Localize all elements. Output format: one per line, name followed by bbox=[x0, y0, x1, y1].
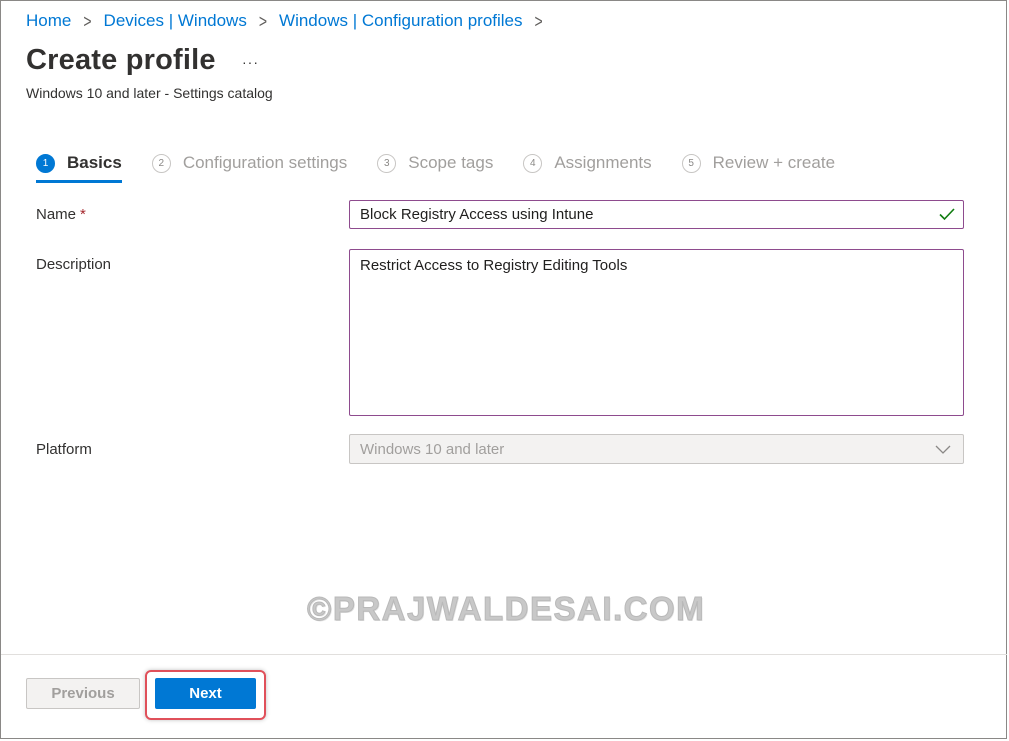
chevron-right-icon: > bbox=[258, 10, 268, 32]
required-mark: * bbox=[80, 206, 86, 223]
step-label: Review + create bbox=[712, 153, 836, 172]
name-label-text: Name bbox=[36, 206, 77, 223]
watermark: ©PRAJWALDESAI.COM bbox=[306, 590, 706, 628]
footer-divider bbox=[1, 654, 1007, 655]
name-field-value: Block Registry Access using Intune bbox=[360, 206, 594, 223]
platform-value: Windows 10 and later bbox=[360, 440, 505, 458]
page-subtitle: Windows 10 and later - Settings catalog bbox=[26, 85, 273, 101]
tab-configuration-settings[interactable]: 2 Configuration settings bbox=[151, 153, 348, 173]
next-button[interactable]: Next bbox=[155, 678, 256, 709]
chevron-right-icon: > bbox=[83, 10, 92, 32]
breadcrumb-devices-windows[interactable]: Devices | Windows bbox=[104, 11, 247, 31]
tab-basics[interactable]: 1 Basics bbox=[36, 153, 122, 183]
breadcrumb-home[interactable]: Home bbox=[26, 11, 71, 31]
chevron-down-icon bbox=[935, 445, 951, 454]
page-title: Create profile bbox=[26, 44, 216, 76]
wizard-steps: 1 Basics 2 Configuration settings 3 Scop… bbox=[36, 148, 865, 183]
platform-dropdown[interactable]: Windows 10 and later bbox=[349, 434, 964, 464]
tab-scope-tags[interactable]: 3 Scope tags bbox=[377, 153, 493, 173]
platform-label: Platform bbox=[36, 441, 92, 458]
description-field[interactable]: Restrict Access to Registry Editing Tool… bbox=[349, 249, 964, 416]
step-label: Basics bbox=[67, 153, 122, 172]
description-label: Description bbox=[36, 256, 112, 273]
step-label: Scope tags bbox=[408, 153, 494, 172]
previous-button[interactable]: Previous bbox=[26, 678, 140, 709]
tab-assignments[interactable]: 4 Assignments bbox=[523, 153, 652, 173]
breadcrumb-configuration-profiles[interactable]: Windows | Configuration profiles bbox=[279, 11, 522, 31]
step-number: 3 bbox=[377, 153, 397, 173]
step-label: Configuration settings bbox=[182, 153, 348, 172]
step-number: 2 bbox=[151, 153, 171, 173]
step-number: 5 bbox=[681, 153, 701, 173]
step-number: 1 bbox=[36, 153, 55, 173]
breadcrumb: Home > Devices | Windows > Windows | Con… bbox=[26, 10, 555, 32]
name-label: Name * bbox=[36, 206, 86, 223]
chevron-right-icon: > bbox=[534, 10, 543, 32]
tab-review-create[interactable]: 5 Review + create bbox=[681, 153, 836, 173]
step-number: 4 bbox=[523, 153, 543, 173]
checkmark-icon bbox=[939, 208, 955, 221]
name-field[interactable]: Block Registry Access using Intune bbox=[349, 200, 964, 229]
more-options-icon[interactable]: ··· bbox=[242, 54, 259, 70]
step-label: Assignments bbox=[554, 153, 652, 172]
